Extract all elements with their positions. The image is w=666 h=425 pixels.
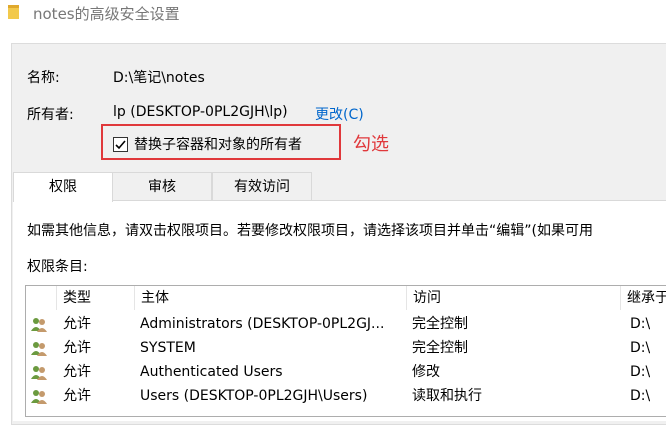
cell-principal: Authenticated Users bbox=[140, 364, 283, 380]
cell-principal: Administrators (DESKTOP-0PL2GJ... bbox=[140, 316, 385, 332]
cell-access: 完全控制 bbox=[412, 340, 468, 356]
title-bar: notes的高级安全设置 bbox=[0, 0, 666, 28]
cell-type: 允许 bbox=[63, 340, 91, 356]
tab-auditing[interactable]: 审核 bbox=[112, 172, 212, 200]
users-icon bbox=[31, 390, 47, 404]
folder-icon bbox=[8, 5, 19, 19]
name-label: 名称: bbox=[27, 70, 60, 86]
window-title: notes的高级安全设置 bbox=[33, 5, 180, 23]
cell-access: 读取和执行 bbox=[412, 388, 482, 404]
change-owner-link[interactable]: 更改(C) bbox=[315, 104, 364, 124]
replace-owner-label: 替换子容器和对象的所有者 bbox=[134, 137, 302, 153]
table-row[interactable]: 允许 Users (DESKTOP-0PL2GJH\Users) 读取和执行 D… bbox=[26, 384, 666, 408]
column-header-principal[interactable]: 主体 bbox=[134, 286, 406, 310]
owner-label: 所有者: bbox=[27, 107, 74, 123]
owner-value: lp (DESKTOP-0PL2GJH\lp) bbox=[113, 104, 288, 120]
permissions-list[interactable]: 类型 主体 访问 继承于 允许 Administrators (DESKTOP-… bbox=[25, 285, 666, 417]
cell-inherited: D:\ bbox=[630, 316, 651, 332]
users-icon bbox=[31, 366, 47, 380]
column-header-inherited[interactable]: 继承于 bbox=[620, 286, 666, 310]
table-row[interactable]: 允许 Authenticated Users 修改 D:\ bbox=[26, 360, 666, 384]
cell-inherited: D:\ bbox=[630, 388, 651, 404]
checkmark-icon bbox=[115, 139, 126, 149]
annotation-text: 勾选 bbox=[353, 134, 389, 155]
column-header-access[interactable]: 访问 bbox=[406, 286, 620, 310]
users-icon bbox=[31, 318, 47, 332]
entries-label: 权限条目: bbox=[27, 259, 88, 275]
column-header-type[interactable]: 类型 bbox=[56, 286, 134, 310]
tab-permissions[interactable]: 权限 bbox=[13, 172, 113, 202]
cell-access: 修改 bbox=[412, 364, 440, 380]
table-row[interactable]: 允许 SYSTEM 完全控制 D:\ bbox=[26, 336, 666, 360]
cell-inherited: D:\ bbox=[630, 364, 651, 380]
replace-owner-checkbox[interactable] bbox=[113, 136, 128, 152]
cell-access: 完全控制 bbox=[412, 316, 468, 332]
cell-type: 允许 bbox=[63, 316, 91, 332]
cell-type: 允许 bbox=[63, 364, 91, 380]
table-row[interactable]: 允许 Administrators (DESKTOP-0PL2GJ... 完全控… bbox=[26, 312, 666, 336]
cell-principal: SYSTEM bbox=[140, 340, 196, 356]
replace-owner-option[interactable]: 替换子容器和对象的所有者 bbox=[113, 134, 302, 154]
cell-inherited: D:\ bbox=[630, 340, 651, 356]
name-value: D:\笔记\notes bbox=[113, 70, 205, 86]
cell-principal: Users (DESKTOP-0PL2GJH\Users) bbox=[140, 388, 368, 404]
cell-type: 允许 bbox=[63, 388, 91, 404]
info-text: 如需其他信息，请双击权限项目。若要修改权限项目，请选择该项目并单击“编辑”(如果… bbox=[27, 223, 593, 239]
tab-effective-access[interactable]: 有效访问 bbox=[212, 172, 312, 200]
users-icon bbox=[31, 342, 47, 356]
list-header: 类型 主体 访问 继承于 bbox=[26, 286, 666, 310]
